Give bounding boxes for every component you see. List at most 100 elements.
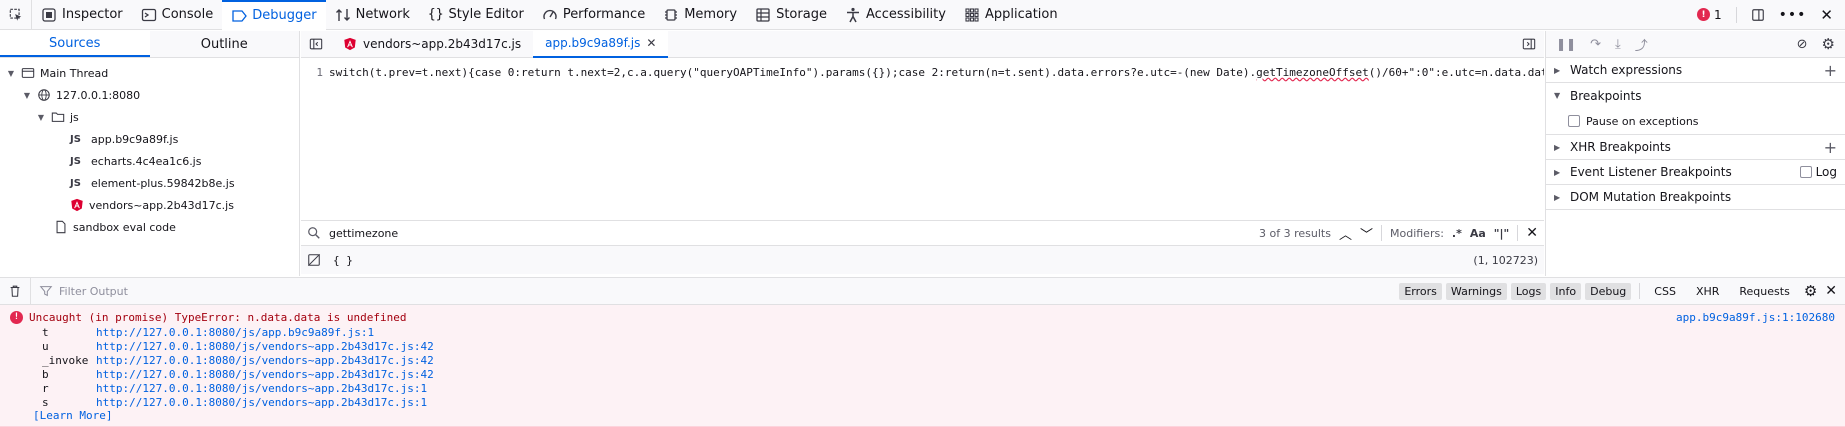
tab-performance[interactable]: Performance (533, 0, 654, 30)
expand-icon[interactable]: ▼ (6, 69, 16, 78)
tree-item-label: app.b9c9a89f.js (91, 132, 179, 146)
collapsed-icon: ▶ (1554, 167, 1561, 177)
tab-outline[interactable]: Outline (150, 31, 300, 57)
tree-item-js-folder[interactable]: ▼ js (0, 106, 299, 128)
editor-tab-vendors[interactable]: vendors~app.2b43d17c.js (331, 31, 533, 58)
tab-debugger[interactable]: Debugger (222, 0, 326, 30)
tab-application[interactable]: Application (955, 0, 1067, 30)
whole-word-toggle[interactable]: "|" (1494, 227, 1509, 240)
code-text: switch(t.prev=t.next){case 0:return t.ne… (329, 66, 1257, 79)
element-picker-button[interactable] (0, 0, 32, 30)
learn-more-link[interactable]: [Learn More] (0, 409, 1845, 423)
error-icon: ! (10, 310, 23, 324)
event-listener-breakpoints-header[interactable]: ▶ Event Listener Breakpoints Log (1546, 160, 1845, 185)
tab-storage[interactable]: Storage (746, 0, 836, 30)
trash-icon[interactable] (8, 284, 22, 298)
filter-logs-button[interactable]: Logs (1510, 282, 1547, 300)
step-in-icon[interactable]: ⤓ (1615, 37, 1621, 52)
close-search-icon[interactable]: ✕ (1526, 225, 1538, 241)
tree-item-main-thread[interactable]: ▼ Main Thread (0, 62, 299, 84)
filter-warnings-button[interactable]: Warnings (1445, 282, 1507, 300)
code-text: ()/60+":0":e.utc=n.data.data (1368, 66, 1544, 79)
code-line[interactable]: switch(t.prev=t.next){case 0:return t.ne… (329, 58, 1544, 220)
more-menu-icon[interactable]: ••• (1779, 7, 1807, 23)
toggle-sidebar-icon[interactable] (309, 37, 323, 51)
filter-requests-button[interactable]: Requests (1733, 285, 1795, 298)
search-input[interactable]: gettimezone (329, 227, 1251, 240)
dock-side-icon[interactable] (1751, 8, 1765, 22)
tree-item-host[interactable]: ▼ 127.0.0.1:8080 (0, 84, 299, 106)
filter-output-input[interactable]: Filter Output (30, 277, 1391, 305)
step-over-icon[interactable]: ↷ (1590, 37, 1601, 52)
regex-toggle[interactable]: .* (1452, 227, 1462, 240)
tab-sources[interactable]: Sources (0, 31, 150, 57)
tab-label: Memory (684, 7, 738, 22)
tab-label: Performance (562, 7, 646, 22)
frame-url[interactable]: http://127.0.0.1:8080/js/app.b9c9a89f.js… (96, 326, 374, 339)
tree-item-file[interactable]: vendors~app.2b43d17c.js (0, 194, 299, 216)
console-error-message: ! Uncaught (in promise) TypeError: n.dat… (0, 305, 1845, 427)
blackbox-icon[interactable] (307, 253, 321, 267)
frame-url[interactable]: http://127.0.0.1:8080/js/vendors~app.2b4… (96, 382, 427, 395)
tab-memory[interactable]: Memory (654, 0, 746, 30)
pause-icon[interactable]: ❚❚ (1556, 37, 1576, 51)
stack-frame[interactable]: _invoke http://127.0.0.1:8080/js/vendors~… (0, 353, 1845, 367)
add-watch-icon[interactable]: + (1824, 61, 1837, 80)
stack-frame[interactable]: t http://127.0.0.1:8080/js/app.b9c9a89f.j… (0, 325, 1845, 339)
gear-icon[interactable]: ⚙ (1822, 35, 1835, 53)
tree-item-sandbox[interactable]: sandbox eval code (0, 216, 299, 238)
filter-info-button[interactable]: Info (1550, 282, 1582, 300)
close-console-icon[interactable]: ✕ (1825, 283, 1837, 299)
xhr-breakpoints-header[interactable]: ▶ XHR Breakpoints + (1546, 135, 1845, 160)
frame-url[interactable]: http://127.0.0.1:8080/js/vendors~app.2b4… (96, 368, 434, 381)
tab-inspector[interactable]: Inspector (32, 0, 132, 30)
tab-label: Inspector (62, 7, 123, 22)
editor-tab-app[interactable]: app.b9c9a89f.js ✕ (533, 30, 669, 58)
tree-item-file[interactable]: JS app.b9c9a89f.js (0, 128, 299, 150)
filter-errors-button[interactable]: Errors (1399, 282, 1442, 300)
expand-icon[interactable]: ▼ (36, 113, 46, 122)
stack-frame[interactable]: u http://127.0.0.1:8080/js/vendors~app.2b… (0, 339, 1845, 353)
tab-accessibility[interactable]: Accessibility (836, 0, 955, 30)
filter-css-button[interactable]: CSS (1648, 285, 1682, 298)
frame-url[interactable]: http://127.0.0.1:8080/js/vendors~app.2b4… (96, 396, 427, 409)
close-icon[interactable]: ✕ (1820, 6, 1833, 24)
frame-url[interactable]: http://127.0.0.1:8080/js/vendors~app.2b4… (96, 340, 434, 353)
stack-frame[interactable]: r http://127.0.0.1:8080/js/vendors~app.2b… (0, 381, 1845, 395)
dom-mutation-breakpoints-header[interactable]: ▶ DOM Mutation Breakpoints (1546, 185, 1845, 210)
tab-style-editor[interactable]: {} Style Editor (419, 0, 533, 30)
tree-item-file[interactable]: JS element-plus.59842b8e.js (0, 172, 299, 194)
error-count: 1 (1714, 7, 1722, 22)
breakpoints-header[interactable]: ▼ Breakpoints (1546, 83, 1845, 108)
console-settings-gear-icon[interactable]: ⚙ (1804, 282, 1817, 300)
tab-network[interactable]: Network (326, 0, 419, 30)
toggle-debugger-pane-icon[interactable] (1522, 37, 1536, 51)
previous-result-icon[interactable]: ︿ (1339, 224, 1352, 243)
expand-icon[interactable]: ▼ (22, 91, 32, 100)
stack-frame[interactable]: b http://127.0.0.1:8080/js/vendors~app.2b… (0, 367, 1845, 381)
disable-breakpoints-icon[interactable]: ⊘ (1797, 37, 1808, 52)
tree-item-label: sandbox eval code (73, 220, 176, 234)
line-number[interactable]: 1 (301, 58, 329, 220)
case-sensitive-toggle[interactable]: Aa (1470, 227, 1486, 240)
step-out-icon[interactable]: ⤴ (1635, 35, 1648, 54)
filter-xhr-button[interactable]: XHR (1690, 285, 1725, 298)
tab-console[interactable]: Console (132, 0, 223, 30)
modifiers-label: Modifiers: (1389, 226, 1444, 240)
add-xhr-breakpoint-icon[interactable]: + (1824, 138, 1837, 157)
pause-on-exceptions-row: Pause on exceptions (1546, 108, 1845, 135)
next-result-icon[interactable]: ﹀ (1360, 224, 1373, 243)
frame-url[interactable]: http://127.0.0.1:8080/js/vendors~app.2b4… (96, 354, 434, 367)
error-source-link[interactable]: app.b9c9a89f.js:1:102680 (1676, 311, 1835, 324)
pause-on-exceptions-checkbox[interactable] (1568, 115, 1580, 127)
code-area[interactable]: 1 switch(t.prev=t.next){case 0:return t.… (301, 58, 1544, 220)
close-tab-icon[interactable]: ✕ (646, 36, 656, 50)
error-count-badge[interactable]: ! 1 (1697, 8, 1722, 22)
filter-debug-button[interactable]: Debug (1585, 282, 1632, 300)
log-checkbox[interactable] (1799, 166, 1812, 178)
watch-expressions-header[interactable]: ▶ Watch expressions + (1546, 58, 1845, 83)
tree-item-file[interactable]: JS echarts.4c4ea1c6.js (0, 150, 299, 172)
stack-frame[interactable]: s http://127.0.0.1:8080/js/vendors~app.2b… (0, 395, 1845, 409)
pretty-print-button[interactable]: { } (333, 254, 353, 267)
console-icon (141, 8, 156, 21)
